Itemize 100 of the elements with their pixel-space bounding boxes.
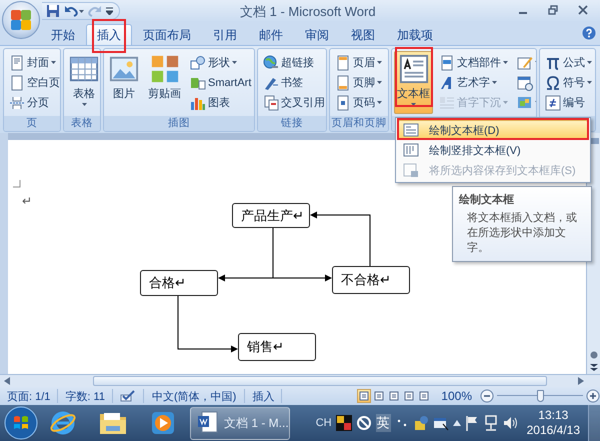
picture-icon <box>109 54 139 84</box>
caret-icon <box>503 101 508 104</box>
view-icon <box>374 391 384 401</box>
ribbon-button[interactable]: 分页 <box>6 93 60 112</box>
group-label: 页 <box>4 116 60 131</box>
flowchart-box: 合格↵ <box>140 270 218 296</box>
flowchart-box: 产品生产↵ <box>232 203 310 228</box>
ribbon-button[interactable]: 交叉引用 <box>260 93 326 112</box>
ribbon-button[interactable]: 图片 <box>106 51 142 114</box>
view-button[interactable] <box>402 389 416 403</box>
ribbon-tab[interactable]: 视图 <box>340 24 386 45</box>
text-box-icon <box>398 54 428 84</box>
ime-tools-icon <box>412 415 429 431</box>
ribbon-button[interactable]: 剪贴画 <box>145 51 184 114</box>
text-box-icon <box>403 123 419 137</box>
flowchart-box: 不合格↵ <box>332 266 410 294</box>
zoom-out-icon <box>480 389 494 403</box>
caret-icon <box>377 81 382 84</box>
ribbon-button[interactable]: 封面 <box>6 53 60 72</box>
group-label: 链接 <box>258 116 326 131</box>
tooltip-text: 将文本框插入文档，或在所选形状中添加文字。 <box>466 211 578 256</box>
view-button[interactable] <box>387 389 402 403</box>
window-title: 文档 1 - Microsoft Word <box>240 3 376 21</box>
block-icon <box>356 415 372 431</box>
input-mode[interactable]: 英 <box>376 414 391 432</box>
group-label: 表格 <box>64 116 100 131</box>
ribbon-button[interactable]: 页码 <box>332 93 385 112</box>
signature-icon <box>517 54 533 70</box>
start-button[interactable] <box>4 406 38 440</box>
scrollbar-thumb[interactable] <box>93 376 547 386</box>
save-icon <box>46 4 60 18</box>
ribbon-button[interactable]: 形状 <box>187 53 254 72</box>
view-icon <box>419 391 430 401</box>
ribbon-button[interactable]: 超链接 <box>260 53 326 72</box>
language-indicator[interactable]: 中文(简体，中国) <box>144 389 246 403</box>
browser-icon <box>49 409 77 437</box>
ribbon-tab[interactable]: 加载项 <box>386 24 444 45</box>
view-icon <box>389 391 400 401</box>
undo-icon <box>64 4 78 18</box>
tooltip-title: 绘制文本框 <box>459 192 515 207</box>
view-icon <box>404 391 414 401</box>
ribbon-tab[interactable]: 开始 <box>40 24 86 45</box>
show-desktop-button[interactable] <box>588 405 600 441</box>
annotation-frame <box>395 47 433 107</box>
table-icon <box>69 54 99 84</box>
ribbon-tab[interactable]: 审阅 <box>294 24 340 45</box>
quick-access-button[interactable] <box>46 3 60 19</box>
page-number-icon <box>335 94 351 110</box>
office-button[interactable] <box>2 1 40 39</box>
flowchart-box: 销售↵ <box>238 333 316 361</box>
ribbon-tab[interactable]: 引用 <box>202 24 248 45</box>
ribbon-tab[interactable]: 页面布局 <box>132 24 202 45</box>
drop-cap-icon <box>439 94 455 110</box>
caret-icon <box>232 61 237 64</box>
annotation-frame <box>92 19 126 53</box>
view-button[interactable] <box>417 389 432 403</box>
speaker-icon <box>502 415 519 431</box>
clock[interactable]: 13:13 2016/4/13 <box>522 408 584 438</box>
ribbon-button[interactable]: SmartArt <box>187 73 254 92</box>
redo-icon <box>88 4 102 18</box>
caret-icon <box>82 103 86 106</box>
caret-icon <box>503 61 508 64</box>
input-language[interactable]: CH <box>316 417 332 429</box>
caret-icon <box>377 101 382 104</box>
ribbon-button[interactable]: 表格 <box>66 51 100 114</box>
ribbon-button[interactable]: 页脚 <box>332 73 385 92</box>
insert-mode[interactable]: 插入 <box>245 389 282 403</box>
zoom-in-icon <box>586 389 600 403</box>
paragraph-mark: ↵ <box>22 194 32 208</box>
windows-logo-icon <box>4 406 38 440</box>
zoom-level: 100% <box>441 389 472 403</box>
ribbon-button[interactable]: 艺术字 <box>436 73 511 92</box>
connector-arrow <box>178 296 238 352</box>
folder-icon <box>98 410 128 436</box>
flag-icon <box>464 415 479 431</box>
header-icon <box>335 54 351 70</box>
network-icon <box>482 415 499 431</box>
quick-access-button[interactable] <box>64 3 84 19</box>
zoom-slider[interactable] <box>497 390 583 402</box>
view-button[interactable] <box>372 389 386 403</box>
view-button[interactable] <box>357 389 372 403</box>
help-icon <box>582 26 596 40</box>
customize-icon <box>106 7 113 15</box>
slider-thumb[interactable] <box>537 390 544 402</box>
ribbon-tab[interactable]: 邮件 <box>248 24 294 45</box>
document-icon <box>439 54 455 70</box>
ribbon-tab[interactable]: 插入 <box>86 24 132 45</box>
keyboard-icon <box>432 415 449 431</box>
menu-item[interactable]: 绘制竖排文本框(V) <box>398 140 588 160</box>
ribbon-button[interactable]: 书签 <box>260 73 326 92</box>
ribbon-button[interactable]: 图表 <box>187 93 254 112</box>
ribbon-button[interactable]: 页眉 <box>332 53 385 72</box>
proofing-check-icon <box>120 390 136 402</box>
ribbon-button[interactable]: 空白页 <box>6 73 60 92</box>
ribbon-button[interactable]: 文档部件 <box>436 53 511 72</box>
group-label: 页眉和页脚 <box>330 116 388 131</box>
caret-icon <box>411 103 416 106</box>
document-icon <box>197 411 219 435</box>
close-icon <box>578 5 588 15</box>
view-icon <box>359 391 370 401</box>
